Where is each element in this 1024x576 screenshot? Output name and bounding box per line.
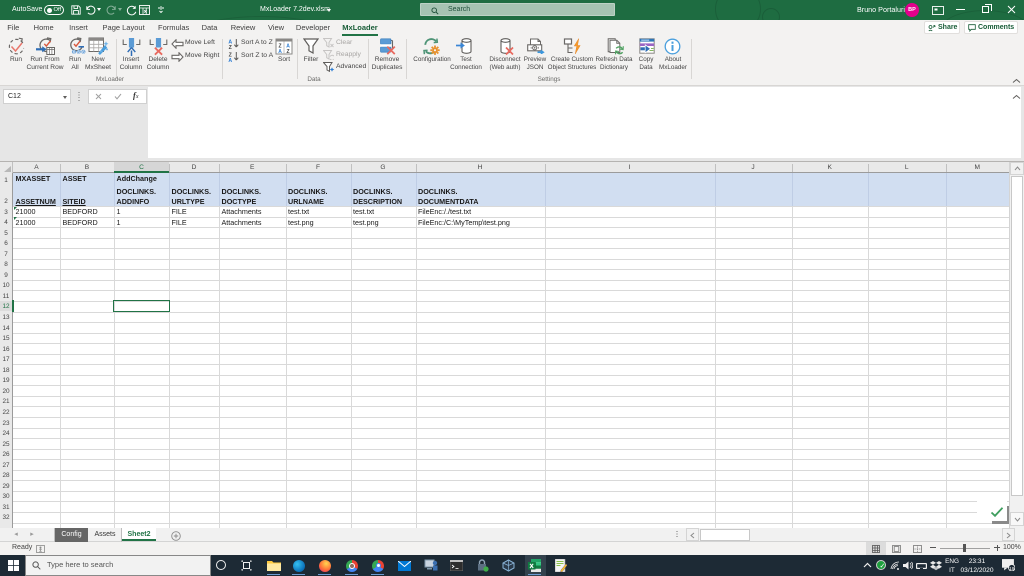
svg-text:A: A (228, 58, 232, 62)
svg-text:19: 19 (1009, 566, 1015, 571)
svg-text:Z: Z (229, 45, 233, 49)
svg-text:6: 6 (73, 50, 76, 55)
svg-text:6: 6 (82, 50, 85, 55)
svg-text:Z: Z (286, 49, 289, 55)
svg-text:6: 6 (77, 50, 80, 55)
svg-text:A: A (278, 49, 282, 55)
